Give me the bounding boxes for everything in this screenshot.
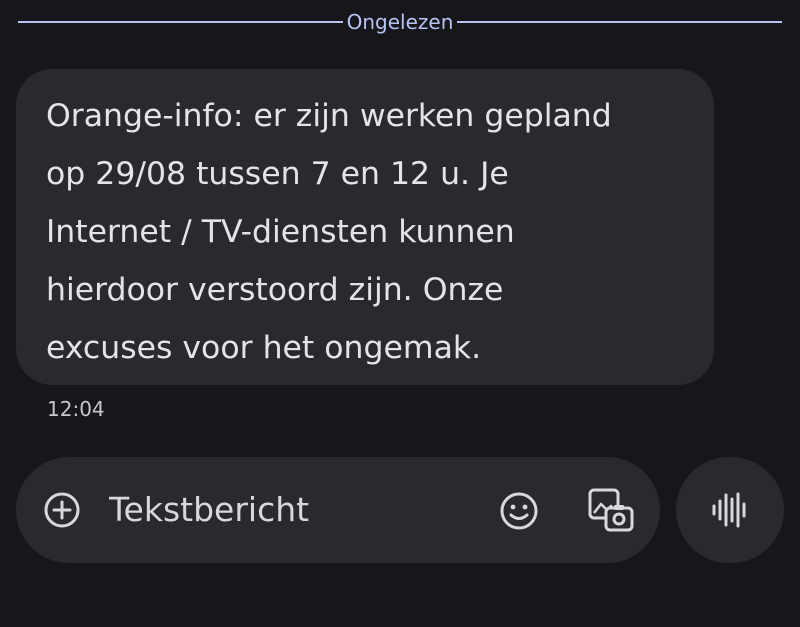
gallery-icon[interactable] bbox=[586, 486, 636, 536]
add-circle-icon[interactable] bbox=[42, 490, 82, 530]
message-bubble[interactable]: Orange-info: er zijn werken gepland op 2… bbox=[16, 69, 714, 385]
unread-divider-line-left bbox=[18, 21, 343, 23]
unread-divider-line-right bbox=[457, 21, 783, 23]
message-timestamp: 12:04 bbox=[47, 397, 105, 421]
message-text: Orange-info: er zijn werken gepland op 2… bbox=[46, 98, 612, 366]
conversation-screen: Ongelezen Orange-info: er zijn werken ge… bbox=[0, 0, 800, 627]
unread-divider-label: Ongelezen bbox=[346, 10, 454, 34]
compose-bar bbox=[16, 457, 660, 563]
voice-waveform-icon bbox=[710, 490, 750, 530]
voice-record-button[interactable] bbox=[676, 457, 784, 563]
emoji-icon[interactable] bbox=[498, 490, 540, 532]
unread-divider: Ongelezen bbox=[18, 6, 783, 38]
message-input[interactable] bbox=[109, 485, 469, 535]
